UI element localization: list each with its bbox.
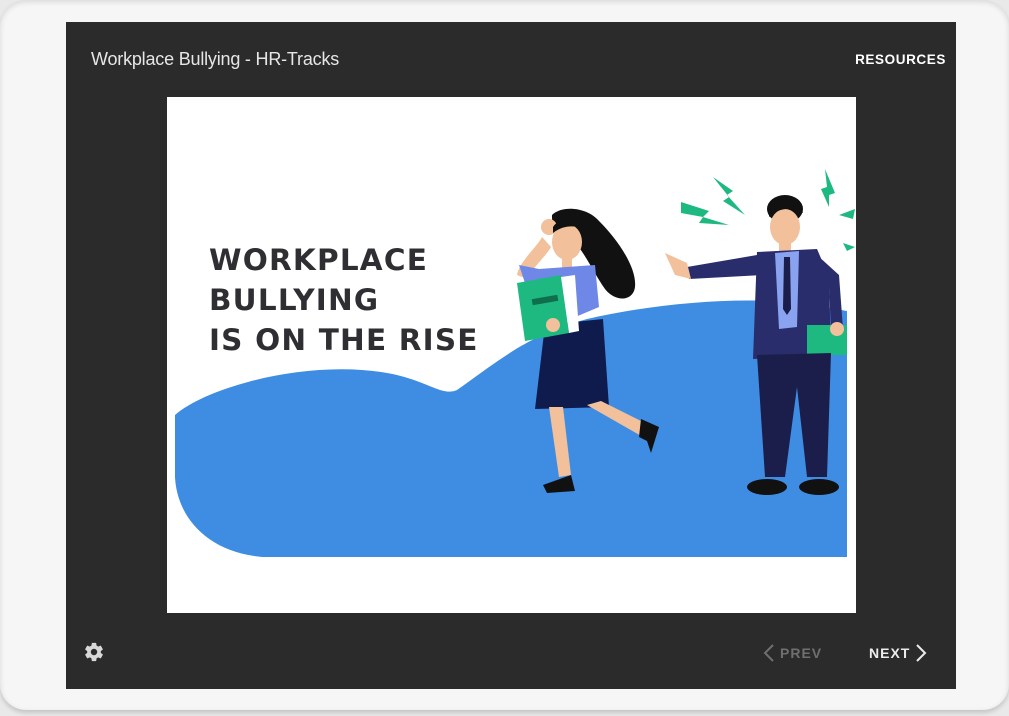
prev-button[interactable]: PREV bbox=[763, 642, 822, 664]
slide-heading-line: WORKPLACE bbox=[209, 243, 429, 277]
chevron-left-icon bbox=[763, 644, 774, 662]
prev-label: PREV bbox=[780, 645, 823, 661]
next-label: NEXT bbox=[869, 645, 911, 661]
gear-icon bbox=[85, 642, 103, 662]
chevron-right-icon bbox=[916, 644, 927, 662]
slide-canvas: WORKPLACE BULLYING IS ON THE RISE bbox=[167, 97, 856, 613]
slide-heading-line: IS ON THE RISE bbox=[209, 323, 479, 357]
course-title: Workplace Bullying - HR-Tracks bbox=[91, 49, 340, 69]
resources-button[interactable]: RESOURCES bbox=[855, 52, 946, 67]
next-button[interactable]: NEXT bbox=[869, 642, 927, 664]
slide-heading: WORKPLACE BULLYING IS ON THE RISE bbox=[209, 240, 479, 360]
slide-heading-line: BULLYING bbox=[209, 283, 380, 317]
device-frame: Workplace Bullying - HR-Tracks RESOURCES bbox=[0, 0, 1009, 710]
settings-button[interactable] bbox=[83, 641, 105, 663]
course-player: Workplace Bullying - HR-Tracks RESOURCES bbox=[66, 22, 956, 689]
